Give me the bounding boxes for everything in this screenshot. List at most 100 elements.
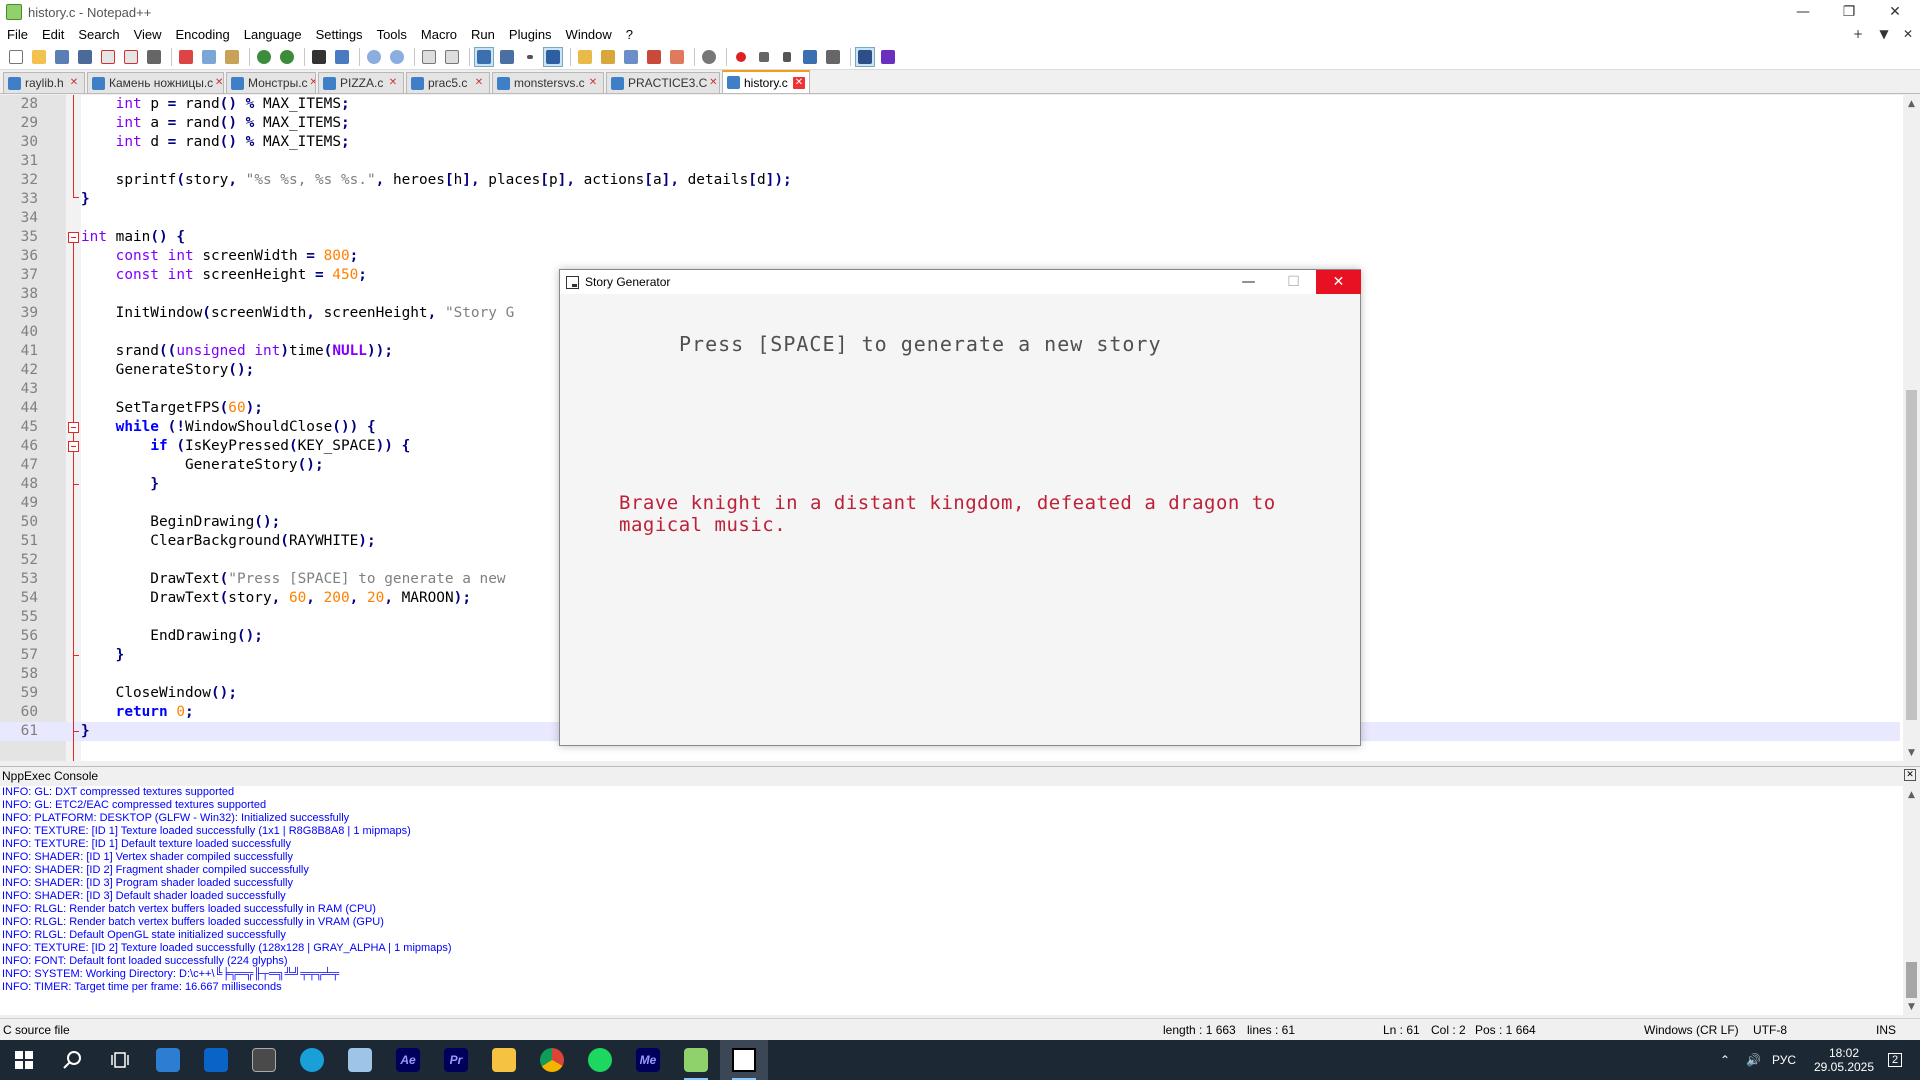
new-file-icon[interactable]	[6, 47, 26, 67]
story-generator-title-bar[interactable]: Story Generator — ☐ ✕	[560, 270, 1361, 294]
tab-close-icon[interactable]: ✕	[213, 77, 223, 89]
start-icon[interactable]	[0, 1040, 48, 1080]
task-view-icon[interactable]	[96, 1040, 144, 1080]
code-line[interactable]: 35 int main() {	[0, 228, 1900, 247]
tab-monstersvs-c[interactable]: monstersvs.c ✕	[492, 72, 604, 93]
nppexec-console-icon[interactable]	[855, 46, 875, 67]
menu-search[interactable]: Search	[71, 27, 126, 42]
tab-close-icon[interactable]: ✕	[387, 77, 399, 89]
maximize-icon[interactable]: ☐	[1271, 270, 1316, 294]
record-macro-icon[interactable]	[731, 47, 751, 67]
indent-guide-icon[interactable]	[543, 46, 563, 67]
notepad-icon[interactable]	[336, 1040, 384, 1080]
tab-practice3-c[interactable]: PRACTICE3.C ✕	[606, 72, 720, 93]
minimize-icon[interactable]: —	[1226, 270, 1271, 294]
doc-list-icon[interactable]	[621, 47, 641, 67]
notepadpp-icon[interactable]	[672, 1040, 720, 1080]
code-line[interactable]: 31	[0, 152, 1900, 171]
tab-close-icon[interactable]: ✕	[587, 77, 599, 89]
code-line[interactable]: 28 int p = rand() % MAX_ITEMS;	[0, 95, 1900, 114]
save-all-icon[interactable]	[75, 47, 95, 67]
tab-history-c[interactable]: history.c ✕	[722, 70, 810, 93]
language-indicator[interactable]: РУС	[1772, 1040, 1796, 1080]
tab-close-icon[interactable]: ✕	[707, 77, 719, 89]
status-eol[interactable]: Windows (CR LF)	[1644, 1023, 1739, 1037]
monitoring-icon[interactable]	[699, 47, 719, 67]
tab-kamen-nozhnitsy-c[interactable]: Камень ножницы.c ✕	[87, 72, 224, 93]
menu-window[interactable]: Window	[559, 27, 619, 42]
outlook-icon[interactable]	[192, 1040, 240, 1080]
tab-pizza-c[interactable]: PIZZA.c ✕	[318, 72, 404, 93]
story-generator-window[interactable]: Story Generator — ☐ ✕ Press [SPACE] to g…	[559, 269, 1361, 746]
menu-encoding[interactable]: Encoding	[169, 27, 237, 42]
scroll-down-icon[interactable]: ▼	[1903, 998, 1920, 1015]
word-wrap-icon[interactable]	[474, 46, 494, 67]
code-line[interactable]: 33}	[0, 190, 1900, 209]
store-icon[interactable]	[144, 1040, 192, 1080]
tab-list-dropdown-icon[interactable]: ▼	[1872, 24, 1896, 44]
scrollbar-thumb[interactable]	[1906, 390, 1917, 720]
console-vertical-scrollbar[interactable]: ▲ ▼	[1903, 786, 1920, 1015]
chrome-icon[interactable]	[528, 1040, 576, 1080]
close-document-icon[interactable]: ✕	[1896, 24, 1920, 44]
redo-icon[interactable]	[277, 47, 297, 67]
fold-toggle-icon[interactable]	[68, 422, 79, 433]
close-file-icon[interactable]	[98, 47, 118, 67]
menu-help[interactable]: ?	[619, 27, 640, 42]
scroll-up-icon[interactable]: ▲	[1903, 95, 1920, 112]
volume-icon[interactable]: 🔊	[1746, 1040, 1761, 1080]
status-insert-mode[interactable]: INS	[1876, 1023, 1896, 1037]
menu-run[interactable]: Run	[464, 27, 502, 42]
tab-raylib-h[interactable]: raylib.h ✕	[3, 72, 85, 93]
notification-icon[interactable]: 2	[1880, 1040, 1910, 1080]
folder-workspace-icon[interactable]	[667, 47, 687, 67]
menu-tools[interactable]: Tools	[370, 27, 414, 42]
show-all-chars-icon[interactable]	[497, 47, 517, 67]
search-icon[interactable]	[48, 1040, 96, 1080]
scroll-up-icon[interactable]: ▲	[1903, 786, 1920, 803]
undo-icon[interactable]	[254, 47, 274, 67]
menu-settings[interactable]: Settings	[309, 27, 370, 42]
doc-map-icon[interactable]	[598, 47, 618, 67]
edge-icon[interactable]	[288, 1040, 336, 1080]
replace-icon[interactable]	[332, 47, 352, 67]
markdown-icon[interactable]	[878, 47, 898, 67]
play-macro-icon[interactable]	[777, 47, 797, 67]
tray-chevron-icon[interactable]: ⌃	[1720, 1040, 1730, 1080]
menu-file[interactable]: File	[0, 27, 35, 42]
editor-vertical-scrollbar[interactable]: ▲ ▼	[1903, 95, 1920, 761]
calculator-icon[interactable]	[240, 1040, 288, 1080]
fold-toggle-icon[interactable]	[68, 232, 79, 243]
language-icon[interactable]	[575, 47, 595, 67]
scroll-down-icon[interactable]: ▼	[1903, 744, 1920, 761]
fold-toggle-icon[interactable]	[68, 441, 79, 452]
new-tab-plus-icon[interactable]: +	[1846, 24, 1870, 44]
code-line[interactable]: 32 sprintf(story, "%s %s, %s %s.", heroe…	[0, 171, 1900, 190]
clock[interactable]: 18:02 29.05.2025	[1806, 1040, 1882, 1080]
open-file-icon[interactable]	[29, 47, 49, 67]
function-list-icon[interactable]	[644, 47, 664, 67]
menu-edit[interactable]: Edit	[35, 27, 71, 42]
tab-close-icon[interactable]: ✕	[308, 77, 315, 89]
tab-close-icon[interactable]: ✕	[793, 76, 805, 89]
console-close-icon[interactable]: ✕	[1904, 769, 1916, 781]
copy-icon[interactable]	[199, 47, 219, 67]
explorer-icon[interactable]	[480, 1040, 528, 1080]
after-effects-icon[interactable]: Ae	[384, 1040, 432, 1080]
scrollbar-thumb[interactable]	[1906, 962, 1917, 998]
menu-view[interactable]: View	[127, 27, 169, 42]
code-line[interactable]: 30 int d = rand() % MAX_ITEMS;	[0, 133, 1900, 152]
cut-icon[interactable]	[176, 47, 196, 67]
paste-icon[interactable]	[222, 47, 242, 67]
code-line[interactable]: 34	[0, 209, 1900, 228]
code-line[interactable]: 36 const int screenWidth = 800;	[0, 247, 1900, 266]
nppexec-console[interactable]: INFO: GL: DXT compressed textures suppor…	[0, 786, 1920, 1015]
media-encoder-icon[interactable]: Me	[624, 1040, 672, 1080]
close-all-icon[interactable]	[121, 47, 141, 67]
tab-prac5-c[interactable]: prac5.c ✕	[406, 72, 490, 93]
raylib-icon[interactable]	[720, 1040, 768, 1080]
stop-macro-icon[interactable]	[754, 47, 774, 67]
spotify-icon[interactable]	[576, 1040, 624, 1080]
dropdown-icon[interactable]	[520, 47, 540, 67]
restore-icon[interactable]: ❐	[1826, 0, 1872, 24]
